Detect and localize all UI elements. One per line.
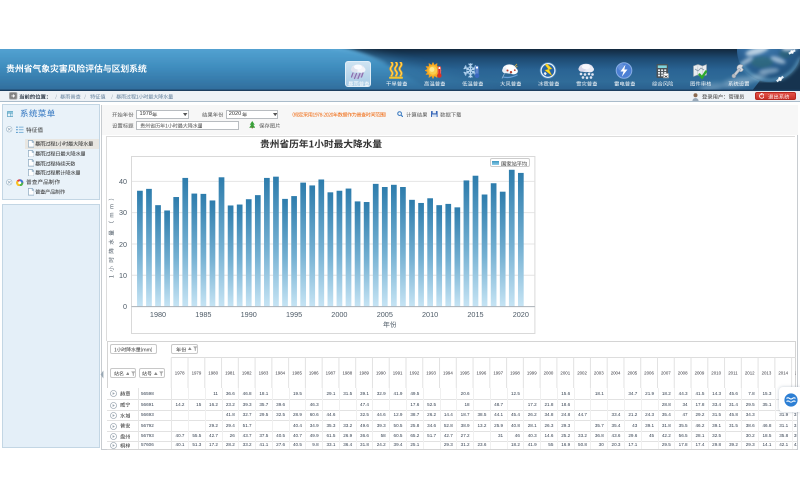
svg-text:2015: 2015 [468,310,484,319]
svg-text:1980: 1980 [150,310,166,319]
svg-text:2002: 2002 [577,371,587,376]
svg-text:1984: 1984 [275,371,285,376]
svg-text:2003: 2003 [594,371,604,376]
svg-text:1996: 1996 [477,371,487,376]
svg-text:1979: 1979 [192,371,202,376]
svg-text:1980: 1980 [208,371,218,376]
svg-text:1993: 1993 [426,371,436,376]
svg-text:1985: 1985 [292,371,302,376]
svg-text:2001: 2001 [560,371,570,376]
svg-text:2008: 2008 [678,371,688,376]
svg-text:1978: 1978 [175,371,185,376]
svg-text:1990: 1990 [241,310,257,319]
svg-text:2012: 2012 [745,371,755,376]
svg-text:1995: 1995 [460,371,470,376]
svg-text:1992: 1992 [410,371,420,376]
svg-text:2007: 2007 [661,371,671,376]
svg-text:2005: 2005 [627,371,637,376]
svg-text:1983: 1983 [259,371,269,376]
svg-text:2010: 2010 [711,371,721,376]
svg-text:1997: 1997 [493,371,503,376]
svg-text:2013: 2013 [762,371,772,376]
svg-text:1995: 1995 [286,310,302,319]
svg-text:1994: 1994 [443,371,453,376]
svg-text:1998: 1998 [510,371,520,376]
svg-text:2005: 2005 [377,310,393,319]
svg-text:2009: 2009 [695,371,705,376]
svg-text:2006: 2006 [644,371,654,376]
svg-text:1981: 1981 [225,371,235,376]
svg-text:2011: 2011 [728,371,738,376]
svg-text:1982: 1982 [242,371,252,376]
svg-text:1990: 1990 [376,371,386,376]
svg-text:2000: 2000 [332,310,348,319]
svg-text:1988: 1988 [342,371,352,376]
svg-text:2014: 2014 [778,371,788,376]
svg-text:2004: 2004 [611,371,621,376]
svg-text:1989: 1989 [359,371,369,376]
svg-text:1991: 1991 [393,371,403,376]
svg-text:2015: 2015 [795,371,796,376]
svg-text:1999: 1999 [527,371,537,376]
svg-text:1987: 1987 [326,371,336,376]
svg-text:1985: 1985 [196,310,212,319]
svg-text:1986: 1986 [309,371,319,376]
svg-text:2020: 2020 [513,310,529,319]
svg-text:2010: 2010 [422,310,438,319]
svg-text:2000: 2000 [544,371,554,376]
